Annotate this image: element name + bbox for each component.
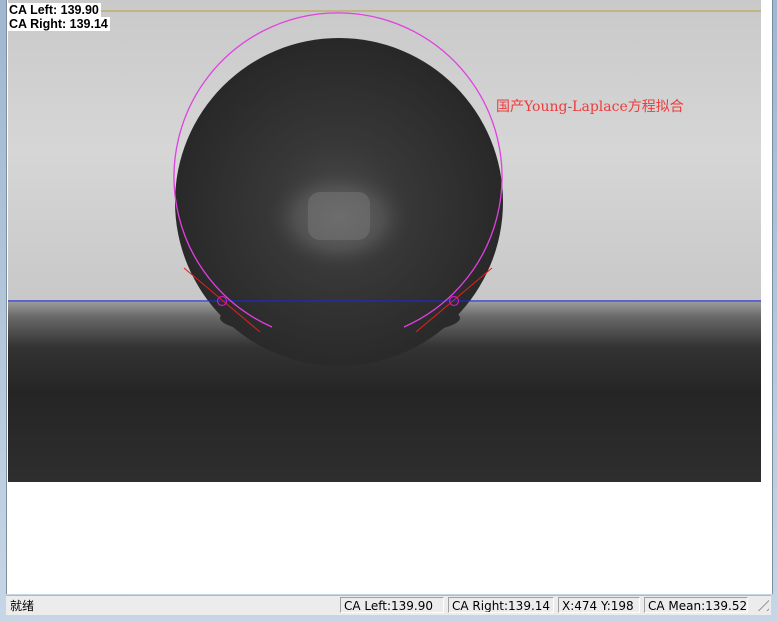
status-bar: 就绪 CA Left:139.90 CA Right:139.14 X:474 …	[6, 595, 771, 615]
status-cursor-position: X:474 Y:198	[558, 597, 640, 613]
ca-left-readout: CA Left: 139.90	[8, 3, 101, 17]
status-text: 就绪	[10, 599, 35, 613]
droplet-image	[8, 0, 761, 482]
ca-right-readout: CA Right: 139.14	[8, 17, 110, 31]
fit-method-label: 国产Young-Laplace方程拟合	[496, 99, 684, 115]
size-grip-icon[interactable]	[757, 599, 769, 611]
status-ca-right: CA Right:139.14	[448, 597, 554, 613]
droplet-highlight-core	[308, 192, 370, 240]
status-ca-mean: CA Mean:139.52	[644, 597, 748, 613]
droplet-image-view[interactable]	[8, 0, 761, 482]
status-ca-left: CA Left:139.90	[340, 597, 444, 613]
